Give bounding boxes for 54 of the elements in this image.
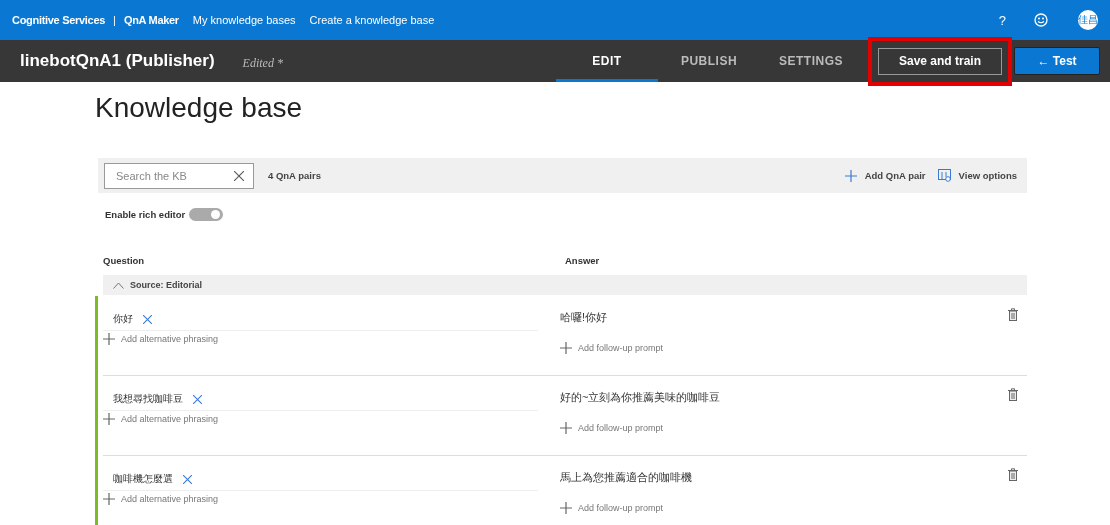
trash-icon[interactable] bbox=[1008, 468, 1018, 481]
test-button[interactable]: ← Test bbox=[1014, 47, 1100, 75]
add-phrasing-link[interactable]: Add alternative phrasing bbox=[121, 494, 219, 504]
tab[interactable]: PUBLISH bbox=[658, 40, 760, 82]
question-text: 咖啡機怎麼選 bbox=[113, 472, 173, 486]
answer-text: 好的~立刻為你推薦美味的咖啡豆 bbox=[560, 391, 721, 403]
question-text: 我想尋找咖啡豆 bbox=[113, 392, 183, 406]
tab[interactable]: EDIT bbox=[556, 40, 658, 82]
plus-icon bbox=[560, 502, 572, 514]
add-follow-up-link[interactable]: Add follow-up prompt bbox=[578, 343, 664, 353]
page-heading: Knowledge base bbox=[95, 92, 304, 125]
add-phrasing-link[interactable]: Add alternative phrasing bbox=[121, 414, 219, 424]
plus-icon bbox=[560, 422, 572, 434]
trash-icon[interactable] bbox=[1008, 308, 1018, 321]
clear-icon[interactable] bbox=[234, 170, 244, 181]
kb-title: linebotQnA1 (Publisher) bbox=[20, 51, 215, 71]
add-follow-up-link[interactable]: Add follow-up prompt bbox=[578, 423, 664, 433]
remove-icon[interactable] bbox=[143, 314, 152, 324]
search-field[interactable]: Search the KB bbox=[104, 162, 254, 189]
help-button[interactable]: ? bbox=[998, 12, 1006, 28]
rich-editor-toggle[interactable] bbox=[189, 207, 224, 221]
edit-status: Edited * bbox=[242, 55, 283, 71]
product-link[interactable]: QnA Maker bbox=[123, 14, 179, 26]
add-pair-button[interactable]: Add QnA pair bbox=[864, 170, 926, 181]
add-follow-up-link[interactable]: Add follow-up prompt bbox=[578, 503, 664, 513]
pair-count: 4 QnA pairs bbox=[268, 170, 321, 181]
plus-icon bbox=[844, 169, 857, 182]
separator: | bbox=[113, 14, 116, 26]
column-header: Answer bbox=[565, 255, 601, 268]
add-phrasing-link[interactable]: Add alternative phrasing bbox=[121, 334, 219, 344]
answer-text: 哈囉!你好 bbox=[560, 311, 608, 323]
plus-icon bbox=[103, 493, 115, 505]
plus-icon bbox=[103, 413, 115, 425]
remove-icon[interactable] bbox=[183, 474, 192, 484]
nav-link[interactable]: Create a knowledge base bbox=[309, 14, 435, 26]
view-options-button[interactable]: View options bbox=[958, 170, 1017, 181]
save-train-button[interactable]: Save and train bbox=[878, 47, 1002, 75]
trash-icon[interactable] bbox=[1008, 388, 1018, 401]
tab[interactable]: SETTINGS bbox=[760, 40, 862, 82]
smiley-icon[interactable] bbox=[1034, 13, 1048, 27]
group-label: Source: Editorial bbox=[130, 280, 202, 290]
group-header[interactable]: Source: Editorial bbox=[103, 275, 1027, 295]
brand-link[interactable]: Cognitive Services bbox=[12, 14, 106, 26]
question-text: 你好 bbox=[113, 312, 133, 326]
rich-editor-label: Enable rich editor bbox=[105, 208, 186, 220]
column-header: Question bbox=[103, 255, 146, 268]
view-options-icon bbox=[937, 169, 951, 182]
plus-icon bbox=[103, 333, 115, 345]
plus-icon bbox=[560, 342, 572, 354]
avatar[interactable]: 佳昌 bbox=[1078, 10, 1098, 30]
nav-link[interactable]: My knowledge bases bbox=[192, 14, 296, 26]
chevron-up-icon bbox=[113, 281, 124, 289]
remove-icon[interactable] bbox=[193, 394, 202, 404]
answer-text: 馬上為您推薦適合的咖啡機 bbox=[560, 471, 692, 483]
